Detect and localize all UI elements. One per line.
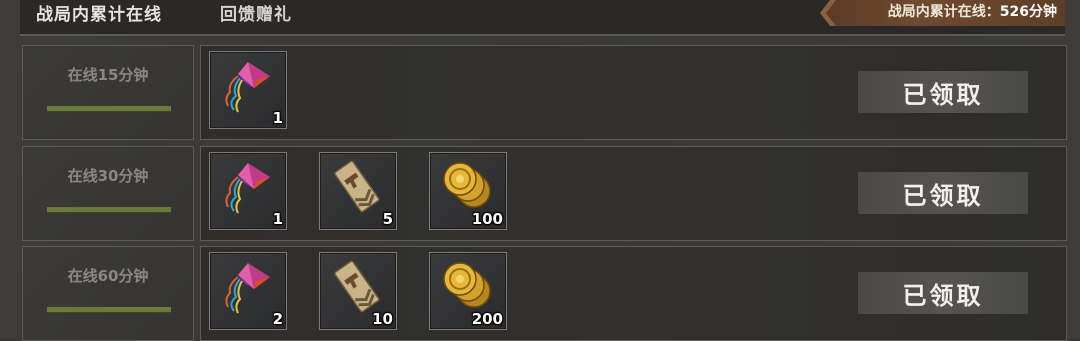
kite-icon bbox=[225, 163, 270, 214]
item-quantity: 2 bbox=[272, 310, 283, 328]
total-online-badge: 战局内累计在线：526分钟 bbox=[820, 0, 1065, 26]
reward-item[interactable]: 200 bbox=[429, 252, 507, 330]
progress-fill bbox=[47, 207, 171, 212]
progress-fill bbox=[47, 307, 171, 312]
tab-feedback-gift[interactable]: 回馈赠礼 bbox=[220, 3, 292, 27]
item-quantity: 200 bbox=[471, 310, 503, 328]
claimed-button[interactable]: 已领取 bbox=[858, 71, 1028, 113]
item-quantity: 5 bbox=[382, 210, 393, 228]
reward-row: 在线30分钟 1 5 100 已领取 bbox=[22, 146, 1067, 241]
reward-row: 在线60分钟 2 10 200 已领取 bbox=[22, 246, 1067, 341]
time-cell: 在线60分钟 bbox=[22, 246, 194, 341]
reward-row: 在线15分钟 1 已领取 bbox=[22, 45, 1067, 140]
reward-item[interactable]: 1 bbox=[209, 51, 287, 129]
claimed-button[interactable]: 已领取 bbox=[858, 172, 1028, 214]
reward-item[interactable]: 5 bbox=[319, 152, 397, 230]
progress-bar bbox=[47, 106, 171, 112]
rewards-cell: 2 10 200 已领取 bbox=[200, 246, 1067, 341]
tab-online-time[interactable]: 战局内累计在线 bbox=[36, 3, 162, 27]
progress-fill bbox=[47, 106, 171, 111]
pistol-badge-icon bbox=[334, 260, 380, 313]
reward-panel: 战局内累计在线 回馈赠礼 战局内累计在线：526分钟 在线15分钟 1 已领取 … bbox=[0, 0, 1080, 341]
total-online-value: 526分钟 bbox=[999, 4, 1057, 20]
claimed-button[interactable]: 已领取 bbox=[858, 272, 1028, 314]
item-quantity: 1 bbox=[272, 210, 283, 228]
rewards-cell: 1 5 100 已领取 bbox=[200, 146, 1067, 241]
progress-bar bbox=[47, 207, 171, 213]
kite-icon bbox=[225, 263, 270, 314]
kite-icon bbox=[225, 62, 270, 113]
time-requirement: 在线60分钟 bbox=[67, 267, 149, 285]
header-bar: 战局内累计在线 回馈赠礼 战局内累计在线：526分钟 bbox=[20, 0, 1065, 36]
reward-item[interactable]: 10 bbox=[319, 252, 397, 330]
item-quantity: 100 bbox=[471, 210, 503, 228]
total-online-text: 战局内累计在线：526分钟 bbox=[888, 0, 1057, 26]
time-requirement: 在线30分钟 bbox=[67, 167, 149, 185]
item-quantity: 1 bbox=[272, 109, 283, 127]
reward-item[interactable]: 100 bbox=[429, 152, 507, 230]
gold-coins-icon bbox=[443, 162, 491, 208]
item-quantity: 10 bbox=[372, 310, 393, 328]
time-cell: 在线15分钟 bbox=[22, 45, 194, 140]
gold-coins-icon bbox=[443, 262, 491, 308]
pistol-badge-icon bbox=[334, 160, 380, 213]
total-online-label: 战局内累计在线： bbox=[887, 4, 1000, 20]
progress-bar bbox=[47, 307, 171, 313]
panel-left-edge bbox=[0, 0, 20, 338]
reward-item[interactable]: 1 bbox=[209, 152, 287, 230]
reward-item[interactable]: 2 bbox=[209, 252, 287, 330]
time-cell: 在线30分钟 bbox=[22, 146, 194, 241]
rewards-cell: 1 已领取 bbox=[200, 45, 1067, 140]
time-requirement: 在线15分钟 bbox=[67, 66, 149, 84]
